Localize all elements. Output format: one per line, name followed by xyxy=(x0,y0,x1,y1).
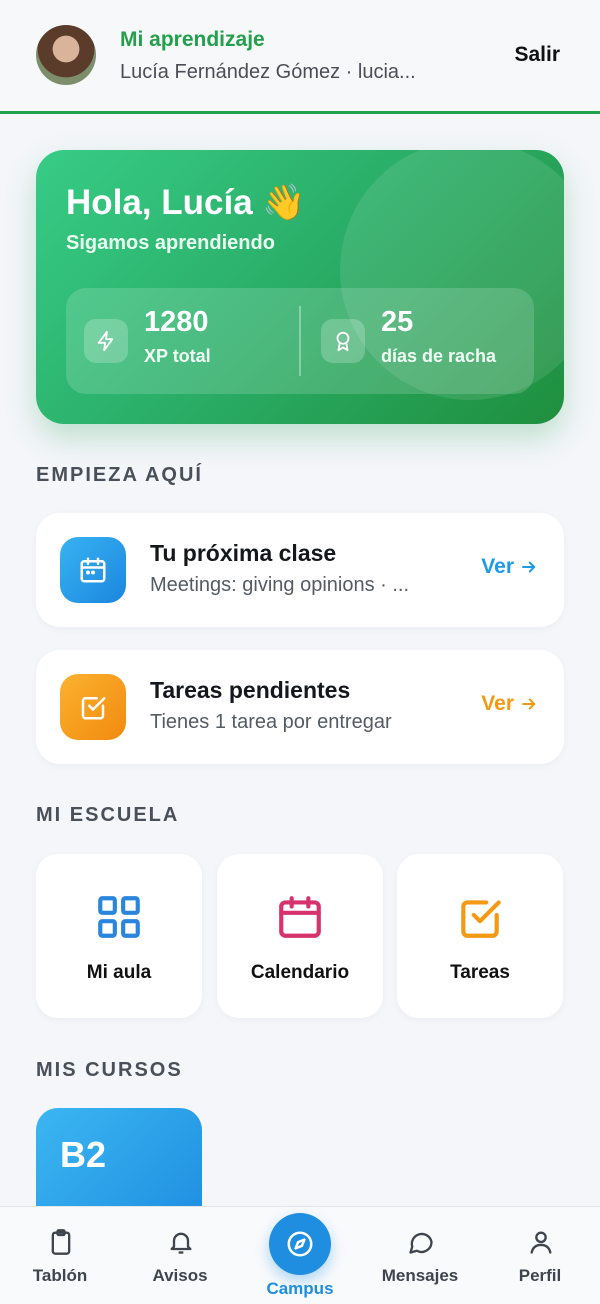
nav-label: Avisos xyxy=(152,1266,208,1285)
pending-tasks-title: Tareas pendientes xyxy=(150,677,351,703)
arrow-right-icon xyxy=(522,698,536,710)
course-level: B2 xyxy=(60,1134,107,1175)
nav-tablon[interactable]: Tablón xyxy=(0,1207,120,1304)
tile-label: Calendario xyxy=(250,962,350,983)
pending-tasks-view-link[interactable]: Ver xyxy=(481,692,538,716)
stats-divider xyxy=(299,306,301,376)
tile-calendar[interactable]: Calendario xyxy=(217,854,383,1018)
award-icon xyxy=(321,319,365,363)
stats-panel: 1280 XP total 25 días de racha xyxy=(66,288,534,394)
nav-label: Perfil xyxy=(518,1266,562,1285)
next-class-subtitle: Meetings: giving opinions · ... xyxy=(150,574,410,596)
calendar-icon xyxy=(279,896,321,938)
arrow-right-icon xyxy=(522,561,536,573)
nav-avisos[interactable]: Avisos xyxy=(120,1207,240,1304)
tile-tasks[interactable]: Tareas xyxy=(397,854,563,1018)
nav-campus[interactable]: Campus xyxy=(240,1207,360,1304)
greeting-subtitle: Sigamos aprendiendo xyxy=(66,232,275,254)
section-title-start: EMPIEZA AQUÍ xyxy=(36,464,203,486)
lightning-icon xyxy=(84,319,128,363)
view-link-label: Ver xyxy=(481,692,514,715)
bottom-navigation: Tablón Avisos Campus Mensajes Perfil xyxy=(0,1206,600,1304)
campus-button[interactable] xyxy=(269,1213,331,1275)
tile-label: Mi aula xyxy=(86,962,152,983)
grid-icon xyxy=(98,896,140,938)
streak-label: días de racha xyxy=(381,346,497,366)
next-class-view-link[interactable]: Ver xyxy=(481,555,538,579)
header-user-info: Lucía Fernández Gómez · lucia... xyxy=(120,61,416,83)
section-title-school: MI ESCUELA xyxy=(36,804,180,826)
view-link-label: Ver xyxy=(481,555,514,578)
nav-label: Mensajes xyxy=(381,1266,459,1285)
pending-tasks-card[interactable]: Tareas pendientes Tienes 1 tarea por ent… xyxy=(36,650,564,764)
logout-button[interactable]: Salir xyxy=(514,43,560,67)
avatar[interactable] xyxy=(36,25,96,85)
chat-icon xyxy=(409,1232,433,1254)
greeting-text: Hola, Lucía 👋 xyxy=(66,183,307,222)
streak-value: 25 xyxy=(381,306,414,338)
header-title: Mi aprendizaje xyxy=(120,28,265,51)
tile-my-classroom[interactable]: Mi aula xyxy=(36,854,202,1018)
app-header: Mi aprendizaje Lucía Fernández Gómez · l… xyxy=(0,0,600,114)
section-title-courses: MIS CURSOS xyxy=(36,1059,183,1081)
tile-label: Tareas xyxy=(450,962,510,983)
xp-label: XP total xyxy=(144,346,211,366)
calendar-icon xyxy=(60,537,126,603)
user-icon xyxy=(530,1231,552,1254)
nav-label-active: Campus xyxy=(266,1279,334,1298)
checkbox-icon xyxy=(461,900,501,938)
next-class-card[interactable]: Tu próxima clase Meetings: giving opinio… xyxy=(36,513,564,627)
nav-perfil[interactable]: Perfil xyxy=(480,1207,600,1304)
next-class-title: Tu próxima clase xyxy=(150,540,337,566)
campus-screen: Mi aprendizaje Lucía Fernández Gómez · l… xyxy=(0,0,600,1304)
compass-icon xyxy=(287,1231,313,1257)
xp-value: 1280 xyxy=(144,306,209,338)
nav-mensajes[interactable]: Mensajes xyxy=(360,1207,480,1304)
pending-tasks-subtitle: Tienes 1 tarea por entregar xyxy=(150,711,392,733)
clipboard-icon xyxy=(51,1229,71,1255)
checkbox-icon xyxy=(60,674,126,740)
bell-icon xyxy=(170,1232,192,1254)
welcome-card: Hola, Lucía 👋 Sigamos aprendiendo 1280 X… xyxy=(36,150,564,424)
nav-label: Tablón xyxy=(32,1266,88,1285)
